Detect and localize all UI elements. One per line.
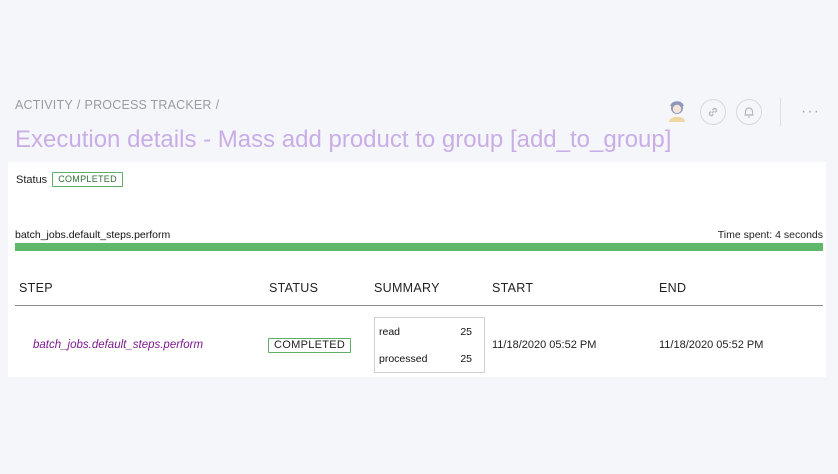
link-button[interactable]	[700, 99, 726, 125]
summary-line-read: read 25	[379, 318, 472, 345]
column-header-summary: SUMMARY	[374, 281, 440, 295]
progress-fill	[15, 243, 823, 251]
table-header: STEP STATUS SUMMARY START END	[15, 272, 823, 306]
execution-panel: Status COMPLETED batch_jobs.default_step…	[8, 162, 826, 377]
header-divider	[780, 98, 781, 126]
header-actions: ···	[664, 98, 820, 126]
breadcrumb-separator: /	[215, 98, 220, 112]
notifications-button[interactable]	[736, 99, 762, 125]
summary-value: 25	[460, 352, 472, 365]
summary-box: read 25 processed 25	[374, 317, 485, 373]
avatar-icon	[669, 101, 685, 122]
table-row: batch_jobs.default_steps.perform COMPLET…	[15, 315, 823, 375]
avatar[interactable]	[664, 99, 690, 125]
page-title: Execution details - Mass add product to …	[15, 126, 672, 153]
summary-label: processed	[379, 352, 428, 365]
row-status-badge: COMPLETED	[268, 338, 352, 353]
column-header-end: END	[659, 281, 687, 295]
bell-icon	[744, 107, 754, 118]
time-spent: Time spent: 4 seconds	[717, 229, 823, 241]
summary-value: 25	[460, 325, 472, 338]
column-header-start: START	[492, 281, 534, 295]
status-badge: COMPLETED	[52, 172, 123, 187]
breadcrumb-item-activity[interactable]: ACTIVITY	[15, 98, 73, 112]
column-header-step: STEP	[19, 281, 53, 295]
summary-line-processed: processed 25	[379, 345, 472, 372]
breadcrumb-separator: /	[76, 98, 81, 112]
breadcrumb: ACTIVITY / PROCESS TRACKER /	[15, 98, 223, 112]
status-row: Status COMPLETED	[16, 172, 123, 187]
status-label: Status	[16, 173, 48, 186]
summary-label: read	[379, 325, 401, 338]
link-icon	[708, 107, 718, 117]
end-time: 11/18/2020 05:52 PM	[659, 339, 764, 351]
breadcrumb-item-process-tracker[interactable]: PROCESS TRACKER	[85, 98, 212, 112]
column-header-status: STATUS	[269, 281, 319, 295]
step-link[interactable]: batch_jobs.default_steps.perform	[33, 339, 203, 351]
start-time: 11/18/2020 05:52 PM	[492, 339, 597, 351]
progress-bar	[15, 243, 823, 251]
progress-step-name: batch_jobs.default_steps.perform	[15, 229, 171, 241]
more-icon[interactable]: ···	[801, 103, 820, 121]
